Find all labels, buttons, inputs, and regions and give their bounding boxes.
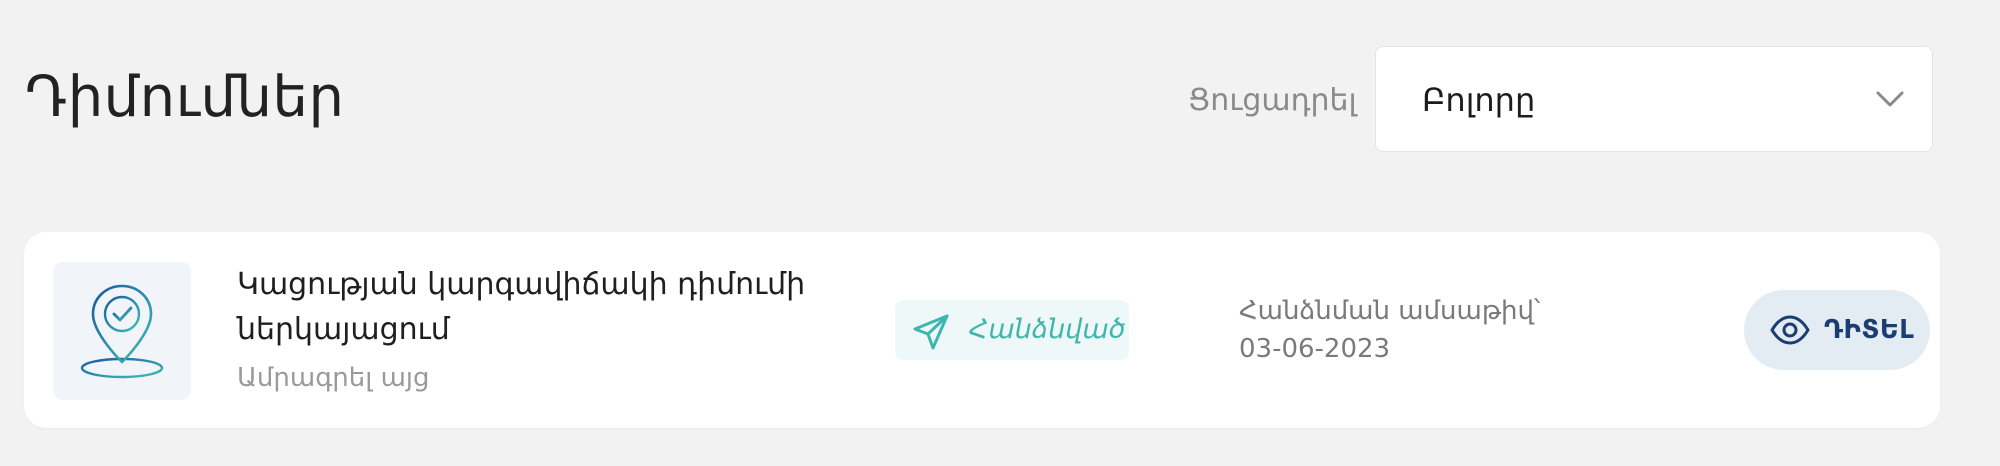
submission-date-value: 03-06-2023 (1239, 334, 1391, 364)
status-badge: Հանձնված (895, 300, 1129, 360)
book-visit-link[interactable]: Ամրագրել այց (237, 358, 429, 398)
view-button[interactable]: ԴԻՏԵԼ (1744, 290, 1930, 370)
application-title: Կացության կարգավիճակի դիմումի ներկայացու… (237, 267, 806, 347)
application-card: Կացության կարգավիճակի դիմումի ներկայացու… (24, 232, 1940, 428)
eye-icon (1770, 315, 1810, 345)
filter-select[interactable]: Բոլորը (1375, 46, 1933, 152)
filter-label: Ցուցադրել (1188, 83, 1357, 118)
send-icon (913, 314, 949, 350)
status-label: Հանձնված (969, 314, 1126, 345)
view-button-label: ԴԻՏԵԼ (1824, 315, 1915, 345)
location-check-icon (53, 262, 191, 400)
chevron-down-icon (1870, 79, 1910, 119)
filter-selected-value: Բոլորը (1422, 81, 1536, 119)
submission-date-label: Հանձնման ամսաթիվ՝ (1239, 296, 1541, 326)
page-title: Դիմումներ (25, 65, 345, 130)
applications-page: Դիմումներ Ցուցադրել Բոլորը Կացության կար… (0, 0, 2000, 466)
